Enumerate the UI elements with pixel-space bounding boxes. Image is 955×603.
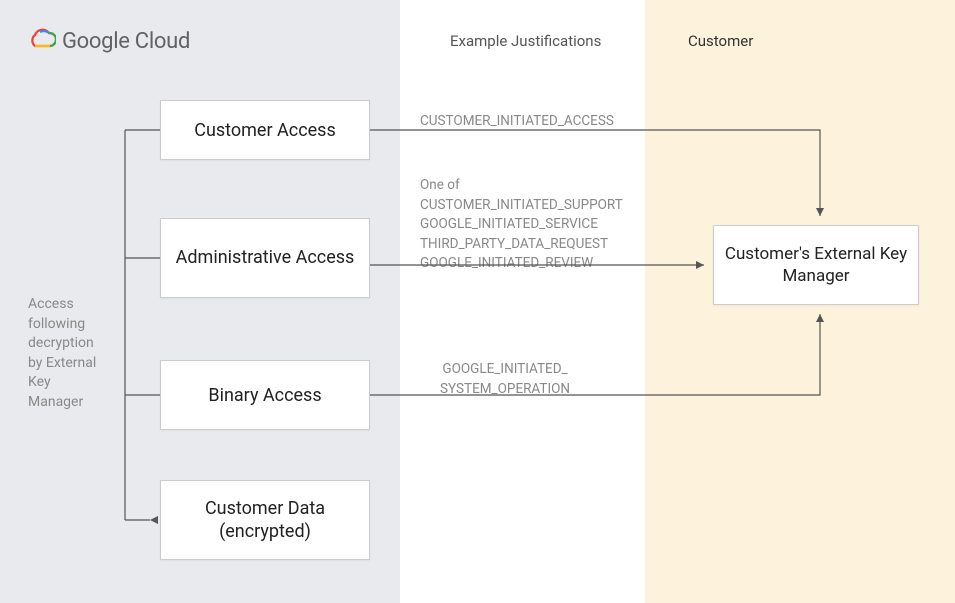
box-administrative-access: Administrative Access xyxy=(160,218,370,298)
box-label: Binary Access xyxy=(208,385,321,406)
google-cloud-icon xyxy=(28,28,56,54)
side-label-access-following: Access following decryption by External … xyxy=(28,295,108,413)
box-label: Customer Data (encrypted) xyxy=(169,497,361,544)
box-external-key-manager: Customer's External Key Manager xyxy=(713,225,919,305)
panel-justifications xyxy=(400,0,645,603)
google-cloud-logo: Google Cloud xyxy=(28,28,190,54)
heading-justifications: Example Justifications xyxy=(450,32,601,50)
box-customer-data: Customer Data (encrypted) xyxy=(160,480,370,560)
logo-text: Google Cloud xyxy=(62,29,190,54)
box-label: Customer's External Key Manager xyxy=(722,243,910,287)
heading-customer: Customer xyxy=(688,32,753,50)
justification-customer-initiated-access: CUSTOMER_INITIATED_ACCESS xyxy=(420,112,614,132)
box-binary-access: Binary Access xyxy=(160,360,370,430)
justification-admin-list: One of CUSTOMER_INITIATED_SUPPORT GOOGLE… xyxy=(420,176,623,274)
box-customer-access: Customer Access xyxy=(160,100,370,160)
justification-system-operation: GOOGLE_INITIATED_ SYSTEM_OPERATION xyxy=(440,360,570,399)
box-label: Administrative Access xyxy=(176,246,355,269)
box-label: Customer Access xyxy=(194,120,336,141)
